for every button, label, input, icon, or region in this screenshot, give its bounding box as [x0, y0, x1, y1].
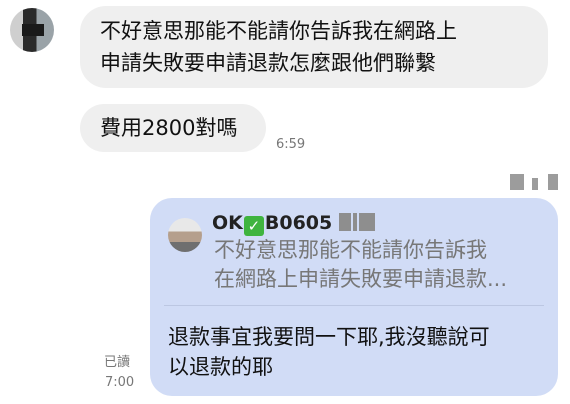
message-timestamp: 7:00 [105, 375, 135, 390]
quoted-sender-name: OK ✓ B0605 [212, 212, 377, 236]
message-text-line: 申請失敗要申請退款怎麼跟他們聯繫 [100, 51, 436, 75]
message-timestamp: 6:59 [276, 137, 306, 152]
read-status: 已讀 [104, 355, 131, 370]
quoted-text: 不好意思那能不能請你告訴我 在網路上申請失敗要申請退款... [214, 238, 508, 291]
check-mark-icon: ✓ [243, 216, 264, 236]
message-text-line: 不好意思那能不能請你告訴我在網路上 [100, 19, 457, 43]
message-text: 費用2800對嗎 [100, 116, 238, 140]
redacted-name [338, 213, 377, 231]
sender-avatar[interactable] [10, 8, 54, 52]
incoming-message-bubble[interactable]: 費用2800對嗎 [80, 104, 266, 152]
reply-text: 退款事宜我要問一下耶,我沒聽說可 以退款的耶 [168, 325, 490, 379]
quoted-sender-avatar [168, 218, 202, 252]
quoted-message[interactable]: OK ✓ B0605 不好意思那能不能請你告訴我 在網路上申請失敗要申請退款... [164, 206, 544, 306]
redacted-mark [510, 174, 560, 190]
incoming-message-bubble[interactable]: 不好意思那能不能請你告訴我在網路上 申請失敗要申請退款怎麼跟他們聯繫 [80, 6, 548, 88]
outgoing-reply-bubble[interactable]: OK ✓ B0605 不好意思那能不能請你告訴我 在網路上申請失敗要申請退款... … [150, 198, 558, 396]
